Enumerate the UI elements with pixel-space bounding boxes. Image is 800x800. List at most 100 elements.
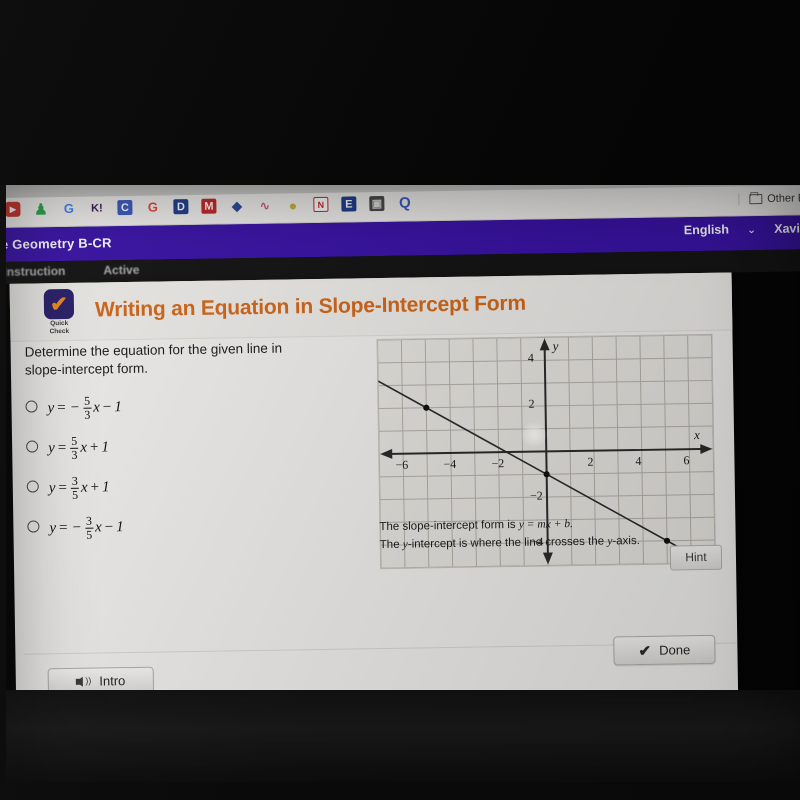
quick-check-label: Quick Check [38,320,80,337]
lesson-tabs: Instruction Active [3,263,139,279]
diamond-icon[interactable]: ◆ [229,198,244,213]
lesson-card: ✔ Quick Check Writing an Equation in Slo… [9,272,739,780]
choice-a-radio[interactable] [25,400,38,414]
choice-c-constant: 1 [101,479,110,496]
check-badge-square: ✔ [43,288,75,320]
chevron-down-icon[interactable]: ⌄ [747,223,756,236]
choice-b-denominator: 3 [70,447,79,462]
bookmark-icons-list: ▶ ♟ G K! C G D M ◆ ∿ ● N E ▣ Q [5,195,412,218]
squiggle-icon[interactable]: ∿ [257,198,272,213]
canvas-icon[interactable]: C [117,199,133,216]
x-tick-label: −2 [491,456,505,471]
choice-a-tail-op: − [102,399,112,416]
y-tick-label: 4 [527,350,534,365]
other-bookmarks-button[interactable]: Other Boo [738,192,800,206]
google-icon[interactable]: G [61,201,76,216]
folder-icon [749,194,763,205]
hint-1-prefix: The slope-intercept form is [379,518,519,534]
choice-c-denominator: 5 [70,487,80,502]
choice-c-equals: = [58,480,68,497]
lesson-tab-active[interactable]: Active [103,263,139,278]
intro-button-label: Intro [99,673,126,689]
choice-d[interactable]: y = −3 5 x −1 [27,511,368,556]
hint-button[interactable]: Hint [669,544,723,571]
choice-d-numerator: 3 [85,514,93,529]
choice-b-equals: = [57,440,67,457]
language-selector[interactable]: English [684,223,729,238]
choice-c-equation: y = 3 5 x +1 [48,474,110,502]
plotted-point [423,404,430,411]
choice-b-lhs: y [48,440,55,457]
course-title: e Geometry B-CR [0,235,112,252]
quizlet-icon[interactable]: Q [397,195,412,212]
choice-d-equals: = [58,520,68,537]
laptop-screen: ▶ ♟ G K! C G D M ◆ ∿ ● N E ▣ Q Other Boo e Geometry B-… [0,170,800,780]
y-tick-label: −2 [529,488,543,503]
hint-text-block: The slope-intercept form is y = mx + b. … [379,513,723,571]
checkmark-icon: ✔ [638,642,652,660]
choice-d-fraction: 35 [85,514,94,542]
kahoot-icon[interactable]: K! [89,200,104,215]
green-person-icon[interactable]: ♟ [33,201,48,218]
choice-b-variable: x [80,439,88,456]
hint-2-mid: -intercept is where the line crosses the [407,535,608,552]
netflix-icon[interactable]: N [313,196,329,213]
dictionary-icon[interactable]: D [173,199,189,215]
choice-d-variable: x [94,519,102,536]
answer-choices-list: y = −5 3 x −1 y = 5 3 x +1 y = 3 5 x +1 y = −3 5 x −1 [25,391,367,556]
done-button[interactable]: ✔ Done [613,634,716,666]
x-tick-label: −4 [443,456,457,472]
edge-icon[interactable]: E [341,196,357,212]
x-tick-label: 6 [683,453,690,468]
screen-bezel-left [0,180,6,800]
choice-c-fraction: 35 [70,474,80,502]
image-icon[interactable]: ▣ [369,195,385,212]
x-axis-arrow-left [380,448,393,459]
choice-a-lhs: y [47,400,55,417]
x-axis-arrow-right [700,444,713,454]
choice-d-lhs: y [49,520,57,537]
choice-a-sign: − [70,399,80,416]
choice-b[interactable]: y = 5 3 x +1 [26,431,367,476]
choice-c-radio[interactable] [26,480,39,494]
mail-icon[interactable]: M [201,198,217,214]
youtube-icon[interactable]: ▶ [5,201,21,217]
choice-c-numerator: 3 [71,474,78,489]
photo-of-screen: ▶ ♟ G K! C G D M ◆ ∿ ● N E ▣ Q Other Boo e Geometry B-… [0,0,800,800]
choice-b-numerator: 5 [71,434,78,449]
y-axis-label: y [552,338,559,354]
quick-check-badge: ✔ Quick Check [38,288,81,337]
choice-b-constant: 1 [101,439,110,456]
app-header-right: English ⌄ Xavier T [684,221,800,237]
choice-a-constant: 1 [114,399,122,416]
choice-a-fraction: 53 [83,394,92,422]
choice-a[interactable]: y = −5 3 x −1 [25,391,366,436]
choice-b-radio[interactable] [26,440,39,454]
choice-b-tail-op: + [89,439,99,456]
lesson-tab-instruction[interactable]: Instruction [3,264,65,279]
choice-d-tail-op: − [104,519,114,536]
droplet-icon[interactable]: ● [285,197,300,213]
plotted-point [543,471,550,478]
user-name[interactable]: Xavier T [774,221,800,236]
done-button-label: Done [659,642,691,658]
choice-a-numerator: 5 [83,394,91,409]
choice-b-equation: y = 5 3 x +1 [48,434,110,462]
choice-a-equation: y = −5 3 x −1 [47,394,122,422]
choice-d-radio[interactable] [27,520,40,534]
question-text: Determine the equation for the given lin… [24,340,283,378]
choice-b-fraction: 53 [70,434,79,462]
page-title: Writing an Equation in Slope-Intercept F… [94,291,526,322]
hint-2-suffix: -axis. [612,535,640,548]
x-axis-label: x [693,427,700,443]
choice-d-sign: − [72,519,82,536]
speaker-icon: )) [76,676,91,687]
y-axis-arrow-up [539,338,550,351]
choice-d-constant: 1 [116,519,124,536]
other-bookmarks-label: Other Boo [767,192,800,205]
google-classroom-icon[interactable]: G [145,199,160,215]
check-icon: ✔ [49,292,68,316]
choice-c[interactable]: y = 3 5 x +1 [26,471,368,516]
hint-1-equation: y = mx + b. [518,518,574,531]
choice-c-lhs: y [48,480,56,497]
